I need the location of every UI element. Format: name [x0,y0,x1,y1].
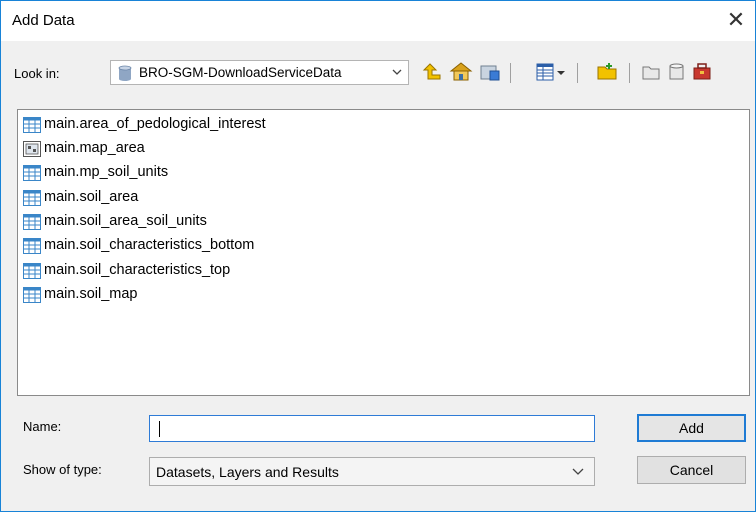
title-bar: Add Data ✕ [1,1,755,41]
item-label: main.soil_characteristics_bottom [44,237,255,253]
item-label: main.soil_area [44,189,139,205]
show-type-value: Datasets, Layers and Results [156,464,339,480]
home-icon[interactable] [448,59,474,85]
show-type-dropdown[interactable]: Datasets, Layers and Results [149,457,595,486]
item-label: main.mp_soil_units [44,164,169,180]
chevron-down-icon [572,468,584,475]
table-icon [23,287,41,303]
item-label: main.map_area [44,140,145,156]
item-label: main.soil_characteristics_top [44,262,231,278]
item-label: main.soil_area_soil_units [44,213,207,229]
view-menu-dropdown-icon[interactable] [554,59,568,85]
look-in-dropdown[interactable]: BRO-SGM-DownloadServiceData [110,60,409,85]
up-one-level-icon[interactable] [419,59,445,85]
content-list[interactable]: main.area_of_pedological_interest main.m… [17,109,750,396]
cancel-button[interactable]: Cancel [637,456,746,484]
raster-table-icon [23,141,41,157]
table-icon [23,117,41,133]
item-label: main.soil_map [44,286,138,302]
toolbar-separator [629,63,630,83]
dialog-title: Add Data [12,12,75,29]
add-data-dialog: Add Data ✕ Look in: BRO-SGM-DownloadServ… [0,0,756,512]
chevron-down-icon [392,69,402,75]
item-label: main.area_of_pedological_interest [44,116,266,132]
connect-folder-icon[interactable] [477,59,503,85]
new-personal-geodatabase-icon[interactable] [664,59,690,85]
add-button[interactable]: Add [637,414,746,442]
show-type-label: Show of type: [23,462,102,477]
text-caret [159,421,160,437]
close-icon[interactable]: ✕ [723,7,749,33]
toolbar-separator [510,63,511,83]
table-icon [23,190,41,206]
toolbar-separator [577,63,578,83]
new-folder-icon[interactable] [595,59,621,85]
look-in-label: Look in: [14,66,60,81]
table-icon [23,238,41,254]
name-label: Name: [23,419,62,434]
new-toolbox-icon[interactable] [689,59,715,85]
table-icon [23,263,41,279]
name-field[interactable] [149,415,595,442]
table-icon [23,165,41,181]
look-in-value: BRO-SGM-DownloadServiceData [139,65,342,80]
database-icon [118,65,132,81]
table-icon [23,214,41,230]
new-file-geodatabase-icon[interactable] [639,59,665,85]
